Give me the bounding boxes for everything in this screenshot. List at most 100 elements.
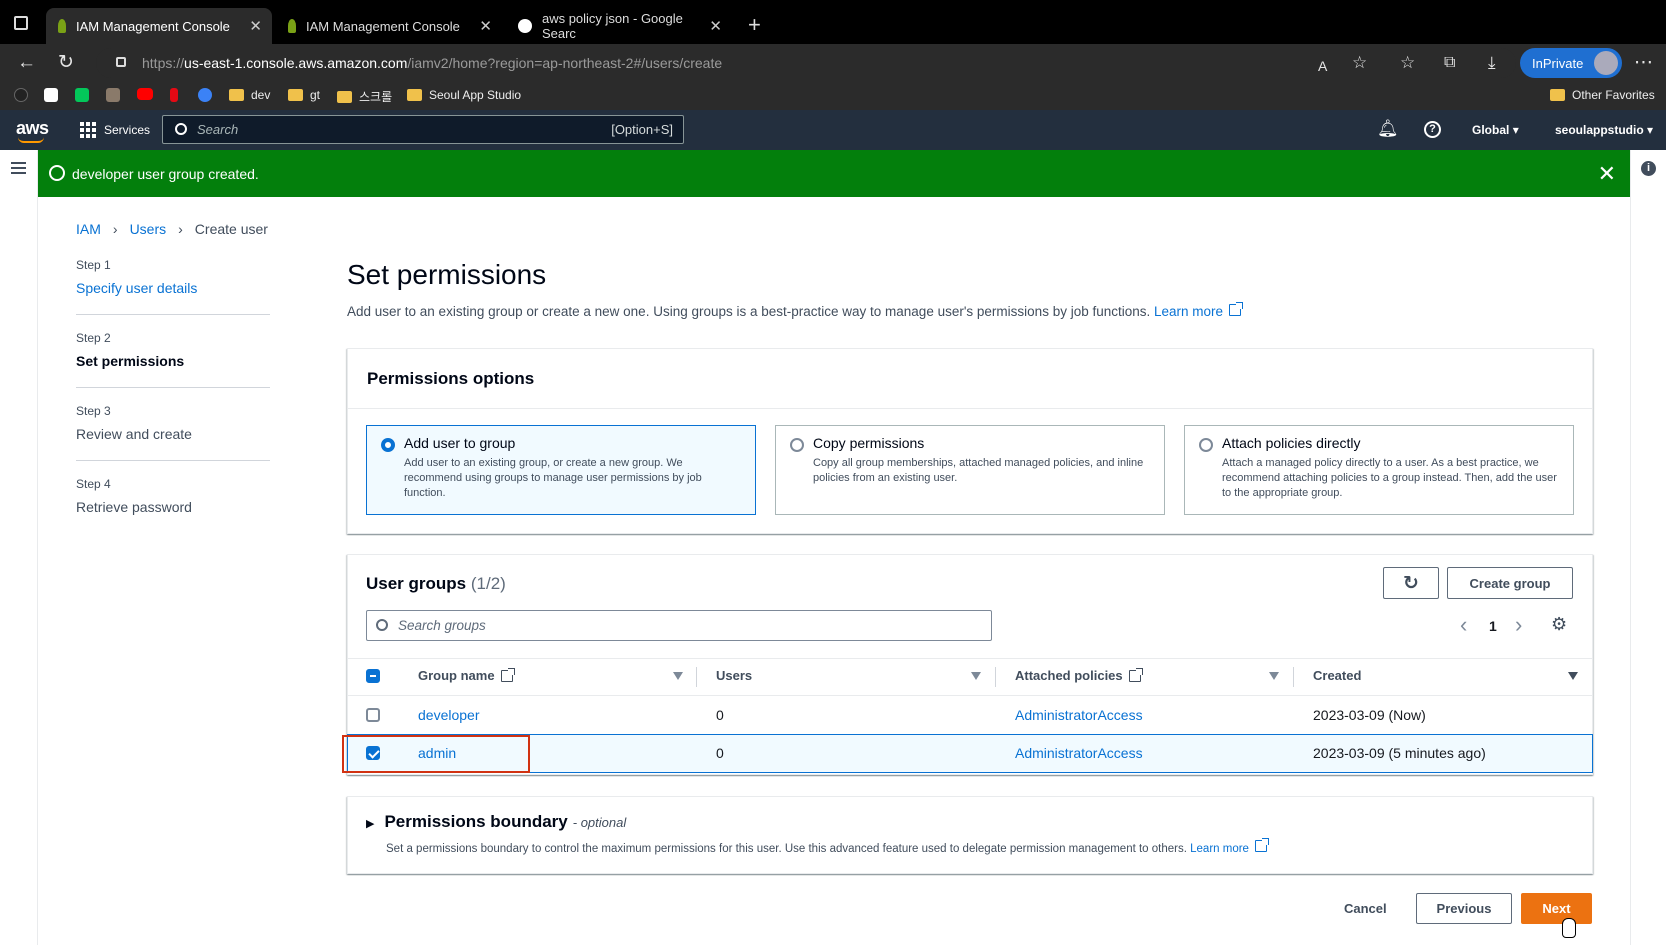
browser-tab-1[interactable]: IAM Management Console ✕ (46, 8, 272, 44)
policy-link[interactable]: AdministratorAccess (1015, 707, 1143, 723)
sort-caret-icon[interactable] (971, 672, 981, 680)
refresh-icon: ↻ (1403, 572, 1419, 594)
boundary-description: Set a permissions boundary to control th… (386, 838, 1269, 855)
folder-icon (337, 90, 352, 103)
col-header-users[interactable]: Users (716, 668, 752, 683)
github-fav-icon[interactable] (14, 88, 28, 102)
boundary-desc-text: Set a permissions boundary to control th… (386, 843, 1187, 855)
download-icon[interactable]: ⤓ (1488, 52, 1496, 74)
policy-link[interactable]: AdministratorAccess (1015, 745, 1143, 761)
info-icon[interactable]: i (1641, 161, 1656, 176)
group-name-link[interactable]: admin (418, 745, 456, 761)
breadcrumb-users[interactable]: Users (130, 221, 167, 237)
row-checkbox[interactable] (366, 746, 380, 760)
search-placeholder: Search (197, 122, 239, 137)
browser-tab-3[interactable]: aws policy json - Google Searc ✕ (506, 8, 732, 44)
sort-caret-icon[interactable] (1269, 672, 1279, 680)
cancel-button[interactable]: Cancel (1344, 901, 1387, 916)
fav-folder-gt[interactable]: gt (288, 88, 320, 102)
browser-tab-2[interactable]: IAM Management Console ✕ (276, 8, 502, 44)
account-menu[interactable]: seoulappstudio ▾ (1555, 123, 1653, 137)
close-tab-icon[interactable]: ✕ (479, 17, 492, 35)
breadcrumb-iam[interactable]: IAM (76, 221, 101, 237)
option-desc: Attach a managed policy directly to a us… (1222, 457, 1557, 499)
chevron-right-icon: › (178, 221, 183, 237)
hamburger-menu-icon[interactable] (11, 162, 26, 174)
fav-folder-other[interactable]: Other Favorites (1550, 88, 1655, 102)
fav-label: Other Favorites (1572, 88, 1655, 102)
youtube-fav-icon[interactable] (137, 88, 153, 100)
tab-actions-icon[interactable] (14, 16, 28, 30)
new-tab-icon[interactable]: + (748, 12, 761, 38)
fav-folder-seoul[interactable]: Seoul App Studio (407, 88, 521, 102)
iam-favicon-icon (288, 19, 296, 33)
col-header-created[interactable]: Created (1313, 668, 1361, 683)
aws-logo[interactable]: aws (16, 118, 49, 143)
search-shortcut: [Option+S] (611, 122, 673, 137)
favorites-icon[interactable]: ☆ (1400, 52, 1415, 74)
google-favicon-icon (518, 19, 532, 33)
services-menu-button[interactable]: Services (80, 122, 150, 138)
next-page-icon[interactable]: › (1515, 612, 1522, 638)
group-name-link[interactable]: developer (418, 707, 480, 723)
search-groups-input[interactable]: Search groups (366, 610, 992, 641)
step-label: Step 4 (76, 477, 111, 491)
notion-fav-icon[interactable] (44, 88, 58, 102)
favorite-star-icon[interactable]: ☆ (1352, 52, 1367, 74)
col-label: Users (716, 668, 753, 683)
step-current-set-permissions: Set permissions (76, 353, 185, 369)
option-add-user-to-group[interactable]: Add user to group Add user to an existin… (366, 425, 756, 515)
radio-unselected[interactable] (1199, 438, 1213, 452)
url-input[interactable]: https://us-east-1.console.aws.amazon.com… (96, 48, 1516, 78)
page-number[interactable]: 1 (1489, 618, 1497, 634)
naver-fav-icon[interactable] (75, 88, 89, 102)
option-desc: Add user to an existing group, or create… (404, 457, 702, 499)
col-separator (995, 667, 996, 687)
fav-folder-scroll[interactable]: 스크롤 (337, 88, 392, 105)
reload-icon[interactable]: ↻ (58, 52, 74, 74)
prev-page-icon[interactable]: ‹ (1460, 612, 1467, 638)
option-copy-permissions[interactable]: Copy permissions Copy all group membersh… (775, 425, 1165, 515)
option-title: Attach policies directly (1222, 435, 1361, 451)
netflix-fav-icon[interactable] (170, 88, 178, 102)
fav-folder-dev[interactable]: dev (229, 88, 270, 102)
lock-icon (116, 57, 126, 67)
learn-more-link[interactable]: Learn more (1154, 302, 1244, 319)
sort-caret-icon[interactable] (1568, 672, 1578, 680)
aws-search-input[interactable]: Search [Option+S] (162, 115, 684, 144)
back-icon[interactable]: ← (17, 52, 36, 74)
row-checkbox[interactable] (366, 708, 380, 722)
create-group-button[interactable]: Create group (1447, 567, 1573, 599)
inprivate-button[interactable]: InPrivate (1520, 48, 1622, 78)
folder-icon (407, 89, 422, 101)
boundary-expander[interactable]: ▶ Permissions boundary - optional (366, 812, 626, 832)
side-nav-strip (0, 150, 38, 945)
m-fav-icon[interactable] (198, 88, 212, 102)
more-menu-icon[interactable]: ⋯ (1634, 52, 1653, 74)
collections-icon[interactable]: ⧉ (1444, 52, 1455, 74)
refresh-button[interactable]: ↻ (1383, 567, 1439, 599)
learn-more-link[interactable]: Learn more (1190, 838, 1269, 855)
settings-gear-icon[interactable]: ⚙︎ (1551, 614, 1567, 635)
app-fav-icon[interactable] (106, 88, 120, 102)
sort-caret-icon[interactable] (673, 672, 683, 680)
region-selector[interactable]: Global ▾ (1472, 123, 1519, 137)
next-button[interactable]: Next (1521, 893, 1592, 924)
step-link-specify-details[interactable]: Specify user details (76, 280, 270, 296)
radio-selected[interactable] (381, 438, 395, 452)
close-tab-icon[interactable]: ✕ (249, 17, 262, 35)
close-icon[interactable]: ✕ (1598, 161, 1616, 187)
read-aloud-icon[interactable]: A (1318, 55, 1327, 77)
previous-button[interactable]: Previous (1416, 893, 1512, 924)
col-header-group-name[interactable]: Group name (418, 667, 515, 683)
notifications-bell-icon[interactable]: 🔔︎ (1377, 119, 1399, 139)
aws-logo-text: aws (16, 118, 49, 138)
option-attach-policies[interactable]: Attach policies directly Attach a manage… (1184, 425, 1574, 515)
success-check-icon (49, 165, 65, 181)
radio-unselected[interactable] (790, 438, 804, 452)
col-header-attached-policies[interactable]: Attached policies (1015, 667, 1143, 683)
close-tab-icon[interactable]: ✕ (709, 17, 722, 35)
help-icon[interactable]: ? (1424, 121, 1441, 138)
select-all-checkbox[interactable] (366, 669, 380, 683)
folder-icon (1550, 89, 1565, 101)
